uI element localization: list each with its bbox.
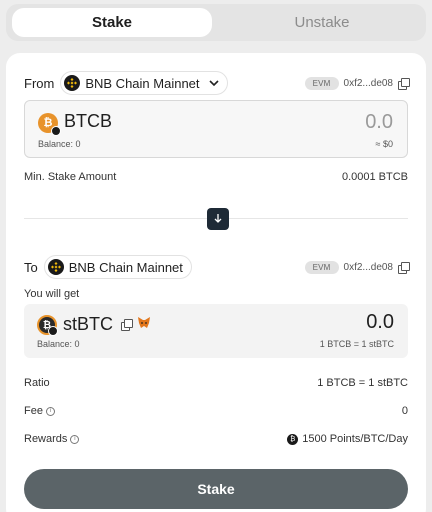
to-address-text: 0xf2...de08 bbox=[343, 261, 393, 273]
info-icon[interactable]: i bbox=[70, 434, 80, 444]
from-address: EVM 0xf2...de08 bbox=[304, 76, 410, 90]
tab-stake[interactable]: Stake bbox=[12, 8, 212, 37]
to-balance: Balance: 0 bbox=[37, 339, 80, 349]
rewards-label: Rewards bbox=[24, 433, 68, 445]
stbtc-token-icon: ₿ bbox=[37, 315, 58, 336]
from-label: From bbox=[24, 75, 55, 91]
to-chain-display: BNB Chain Mainnet bbox=[43, 255, 192, 279]
tab-unstake[interactable]: Unstake bbox=[222, 8, 422, 37]
copy-icon[interactable] bbox=[398, 78, 410, 90]
metamask-fox-icon[interactable] bbox=[137, 316, 151, 334]
to-amount: 0.0 bbox=[366, 311, 394, 333]
points-icon: ₿ bbox=[287, 433, 299, 445]
ratio-label: Ratio bbox=[24, 377, 50, 389]
to-label: To bbox=[24, 259, 38, 275]
from-row: From BNB Chain Mainnet EVM 0xf2...de08 bbox=[24, 71, 410, 95]
you-will-get-label: You will get bbox=[24, 288, 80, 300]
fee-row: Fee i 0 bbox=[24, 405, 408, 417]
min-stake-label: Min. Stake Amount bbox=[24, 171, 117, 183]
from-chain-selector[interactable]: BNB Chain Mainnet bbox=[60, 71, 228, 95]
from-input-box[interactable]: ₿ BTCB 0.0 Balance: 0 ≈ $0 bbox=[24, 100, 408, 158]
from-balance: Balance: 0 bbox=[38, 139, 81, 149]
arrow-down-icon[interactable] bbox=[207, 208, 229, 230]
from-usd-value: ≈ $0 bbox=[375, 139, 393, 149]
evm-badge: EVM bbox=[304, 76, 339, 90]
bnb-chain-icon bbox=[47, 259, 64, 275]
evm-badge: EVM bbox=[304, 260, 339, 274]
ratio-row: Ratio 1 BTCB = 1 stBTC bbox=[24, 377, 408, 389]
ratio-value: 1 BTCB = 1 stBTC bbox=[317, 377, 408, 389]
rewards-row: Rewards i ₿ 1500 Points/BTC/Day bbox=[24, 433, 408, 445]
min-stake-row: Min. Stake Amount 0.0001 BTCB bbox=[24, 171, 408, 183]
to-chain-name: BNB Chain Mainnet bbox=[68, 259, 183, 275]
fee-value: 0 bbox=[401, 405, 408, 417]
bnb-chain-icon bbox=[64, 75, 81, 91]
stake-button[interactable]: Stake bbox=[24, 469, 408, 509]
to-output-box: ₿ stBTC 0.0 Balance: 0 1 BTCB = 1 stBTC bbox=[24, 304, 408, 358]
info-icon[interactable]: i bbox=[45, 406, 55, 416]
fee-label: Fee bbox=[24, 405, 43, 417]
you-will-get-row: You will get bbox=[24, 288, 408, 300]
to-rate: 1 BTCB = 1 stBTC bbox=[319, 339, 394, 349]
copy-icon[interactable] bbox=[121, 319, 133, 331]
to-token-name: stBTC bbox=[63, 314, 114, 334]
from-amount-input[interactable]: 0.0 bbox=[365, 111, 393, 134]
from-address-text: 0xf2...de08 bbox=[343, 77, 393, 89]
to-row: To BNB Chain Mainnet EVM 0xf2...de08 bbox=[24, 255, 410, 279]
to-address: EVM 0xf2...de08 bbox=[304, 260, 410, 274]
from-token-name: BTCB bbox=[64, 111, 113, 131]
from-chain-name: BNB Chain Mainnet bbox=[85, 75, 200, 91]
stake-card: From BNB Chain Mainnet EVM 0xf2...de08 ₿… bbox=[6, 53, 426, 512]
copy-icon[interactable] bbox=[398, 262, 410, 274]
btcb-token-icon: ₿ bbox=[38, 113, 61, 136]
chevron-down-icon bbox=[208, 76, 219, 90]
min-stake-value: 0.0001 BTCB bbox=[341, 171, 408, 183]
rewards-value: 1500 Points/BTC/Day bbox=[302, 433, 408, 445]
stake-unstake-tabs: Stake Unstake bbox=[6, 4, 426, 41]
